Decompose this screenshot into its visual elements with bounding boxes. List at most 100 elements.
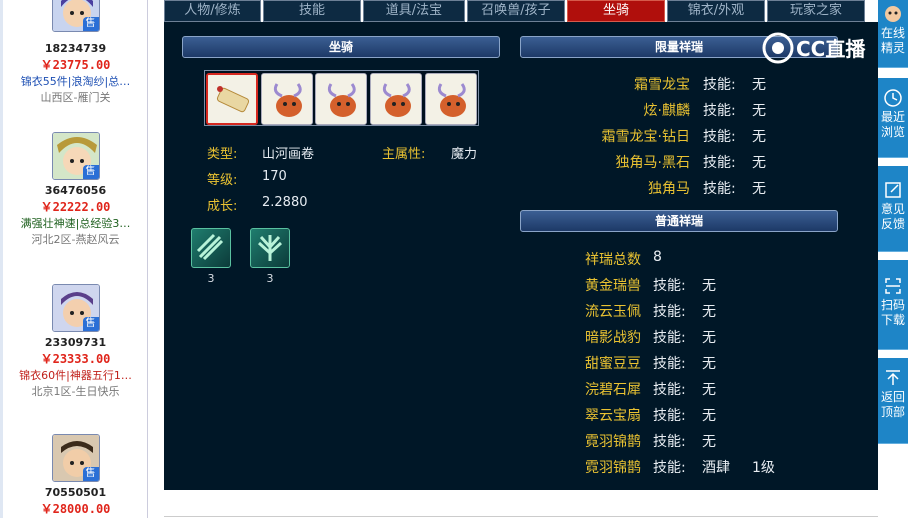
skill-label: 技能: [703,129,736,145]
listing-card[interactable]: 售 36476056 ￥22222.00 满强壮神速|总经验3… 河北2区-燕赵… [3,132,148,248]
skill-value: 酒肆 [702,460,730,476]
deer-mount-icon [426,74,476,124]
scan-download-button[interactable]: 扫码 下载 [878,260,908,350]
online-sprite-label-2: 精灵 [880,41,905,55]
type-value: 山河画卷 [262,147,315,162]
skill-label: 技能: [653,356,686,372]
sold-badge: 售 [82,317,99,331]
tab-pets[interactable]: 召唤兽/孩子 [467,0,565,22]
watermark-text: CC直播 [796,37,866,61]
listing-id: 70550501 [44,486,107,499]
divider [164,516,878,517]
tab-player-home[interactable]: 玩家之家 [767,0,865,22]
type-label: 类型: [207,147,238,162]
normal-section-header: 普通祥瑞 [520,210,838,232]
attr-value: 魔力 [451,147,478,162]
skill-label: 技能: [653,460,686,476]
level-value: 170 [262,169,287,184]
skill-level: 3 [207,272,215,285]
top-icon [883,368,903,388]
deer-mount-icon [316,74,366,124]
tab-skills[interactable]: 技能 [263,0,361,22]
recent-browse-button[interactable]: 最近 浏览 [878,78,908,158]
skill-label: 技能: [653,330,686,346]
avatar[interactable]: 售 [51,434,100,482]
avatar[interactable]: 售 [51,132,100,180]
growth-label: 成长: [207,199,238,214]
tab-items[interactable]: 道具/法宝 [363,0,465,22]
sold-badge: 售 [82,467,99,481]
limited-name: 炫·麒麟 [643,103,690,119]
listing-server: 北京1区-生日快乐 [31,385,120,398]
mount-thumb-deer[interactable] [370,73,422,125]
skill-value: 无 [702,434,716,450]
avatar[interactable]: 售 [51,284,100,332]
mount-thumb-deer[interactable] [425,73,477,125]
feedback-button[interactable]: 意见 反馈 [878,166,908,252]
skill-value: 无 [702,382,716,398]
skill-label: 技能: [703,103,736,119]
listing-card[interactable]: 售 23309731 ￥23333.00 锦衣60件|神器五行1… 北京1区-生… [3,284,148,400]
listing-desc[interactable]: 锦衣60件|神器五行1… [3,368,148,384]
normal-name: 霓羽锦鹊 [585,460,641,476]
limited-name: 霜雪龙宝 [634,77,690,93]
listing-server: 河北2区-燕赵风云 [31,233,120,246]
total-label: 祥瑞总数 [585,252,641,268]
listing-price: ￥23333.00 [40,352,111,366]
growth-value: 2.2880 [262,195,308,210]
avatar[interactable]: 售 [51,0,100,32]
cc-live-watermark: CC直播 [760,28,882,68]
top-label-1: 返回 [880,390,905,404]
skill-value: 无 [752,181,766,197]
deer-mount-icon [371,74,421,124]
clock-icon [883,88,903,108]
back-to-top-button[interactable]: 返回 顶部 [878,358,908,444]
skill-label: 技能: [653,434,686,450]
scan-icon [883,276,903,296]
tab-appearance[interactable]: 锦衣/外观 [667,0,765,22]
tab-bar: 人物/修炼 技能 道具/法宝 召唤兽/孩子 坐骑 锦衣/外观 玩家之家 [164,0,878,22]
skill-value: 无 [702,330,716,346]
mount-thumb-scroll[interactable] [206,73,258,125]
skill-label: 技能: [653,382,686,398]
skill-value: 无 [752,103,766,119]
skill-label: 技能: [653,408,686,424]
normal-name: 甜蜜豆豆 [585,356,641,372]
mount-skill-1-icon[interactable] [191,228,231,268]
top-label-2: 顶部 [880,405,905,419]
mount-thumb-deer[interactable] [315,73,367,125]
sold-badge: 售 [82,17,99,31]
cc-logo-icon: CC直播 [762,32,866,64]
feedback-label-2: 反馈 [880,217,905,231]
listing-desc[interactable]: 锦衣55件|浪淘纱|总… [3,74,148,90]
attr-label: 主属性: [382,147,426,162]
mount-skill-2-icon[interactable] [250,228,290,268]
listing-card[interactable]: 售 70550501 ￥28000.00 [3,434,148,518]
tab-mount[interactable]: 坐骑 [567,0,665,22]
skill-label: 技能: [703,155,736,171]
listing-card[interactable]: 售 [3,0,148,32]
normal-name: 黄金瑞兽 [585,278,641,294]
online-sprite-button[interactable]: 在线 精灵 [878,0,908,68]
listing-desc[interactable]: 满强壮神速|总经验3… [3,216,148,232]
recent-label-1: 最近 [880,110,905,124]
listing-price: ￥28000.00 [40,502,111,516]
deer-mount-icon [262,74,312,124]
listing-server: 山西区-雁门关 [40,91,111,104]
online-sprite-label-1: 在线 [880,26,905,40]
column-gap [149,0,164,518]
tab-character[interactable]: 人物/修炼 [164,0,261,22]
listing-column: 售 售 18234739 ￥23775.00 锦衣55件|浪淘纱|总… 山西区-… [0,0,148,518]
listing-price: ￥23775.00 [40,58,111,72]
skill-level-text: 1级 [752,460,775,476]
scan-label-2: 下载 [880,313,905,327]
limited-name: 独角马·黑石 [615,155,690,171]
right-toolbar: 在线 精灵 最近 浏览 意见 反馈 扫码 下载 返回 顶部 [878,0,908,518]
skill-label: 技能: [653,278,686,294]
scroll-icon [208,75,256,123]
mount-thumb-deer[interactable] [261,73,313,125]
limited-name: 独角马 [648,181,690,197]
detail-panel: 人物/修炼 技能 道具/法宝 召唤兽/孩子 坐骑 锦衣/外观 玩家之家 坐骑 类… [164,0,878,490]
scan-label-1: 扫码 [880,298,905,312]
listing-card[interactable]: 18234739 ￥23775.00 锦衣55件|浪淘纱|总… 山西区-雁门关 [3,38,148,106]
